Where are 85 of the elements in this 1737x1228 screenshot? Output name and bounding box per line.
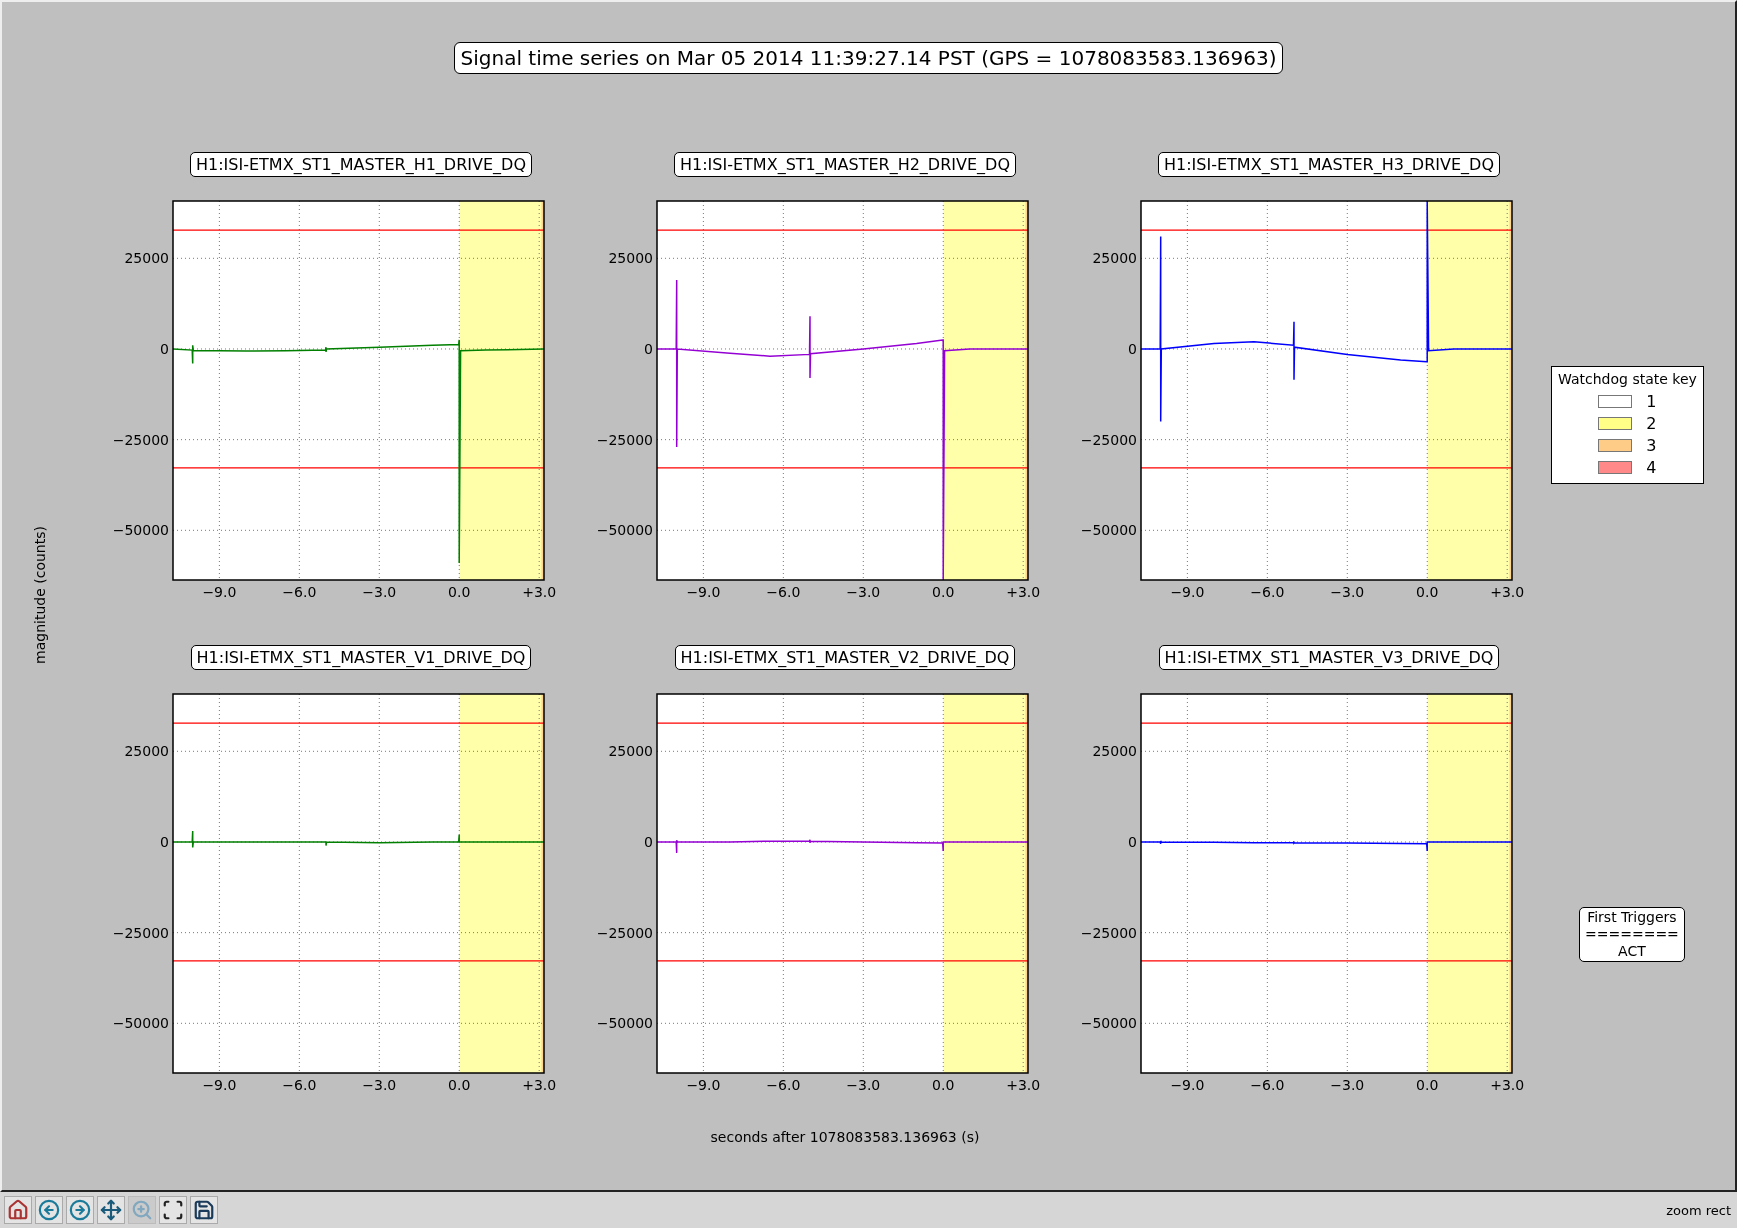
tick-label: −3.0 xyxy=(1330,1077,1365,1093)
x-axis-label: seconds after 1078083583.136963 (s) xyxy=(710,1129,980,1145)
pan-button[interactable] xyxy=(97,1196,125,1224)
tick-label: 25000 xyxy=(124,250,169,267)
back-icon xyxy=(38,1199,60,1221)
tick-label: 0.0 xyxy=(932,584,955,600)
subplot-title: H1:ISI-ETMX_ST1_MASTER_H2_DRIVE_DQ xyxy=(674,152,1016,177)
tick-label: 0 xyxy=(644,833,653,850)
tick-label: 25000 xyxy=(608,250,653,267)
pan-icon xyxy=(100,1199,122,1221)
legend-title: Watchdog state key xyxy=(1558,371,1697,387)
tick-label: −50000 xyxy=(596,1015,653,1032)
save-button[interactable] xyxy=(190,1196,218,1224)
tick-label: 0.0 xyxy=(448,1077,471,1093)
tick-label: −25000 xyxy=(112,924,169,941)
tick-label: −9.0 xyxy=(686,1077,721,1093)
tick-label: 0 xyxy=(1128,340,1137,357)
tick-label: 0 xyxy=(160,340,169,357)
subplot-title: H1:ISI-ETMX_ST1_MASTER_V1_DRIVE_DQ xyxy=(190,645,532,670)
tick-label: −50000 xyxy=(596,522,653,539)
tick-label: −9.0 xyxy=(202,584,237,600)
tick-label: −25000 xyxy=(1080,924,1137,941)
tick-label: −3.0 xyxy=(362,584,397,600)
tick-label: −6.0 xyxy=(1250,1077,1285,1093)
tick-label: +3.0 xyxy=(1006,1077,1041,1093)
figure-title: Signal time series on Mar 05 2014 11:39:27.14 PST (GPS = 1078083583.136963) xyxy=(453,42,1284,74)
legend-label: 1 xyxy=(1646,392,1657,411)
tick-label: +3.0 xyxy=(1490,1077,1525,1093)
tick-label: 0 xyxy=(1128,833,1137,850)
tick-label: +3.0 xyxy=(522,1077,557,1093)
forward-button[interactable] xyxy=(66,1196,94,1224)
back-button[interactable] xyxy=(35,1196,63,1224)
tick-label: −50000 xyxy=(1080,1015,1137,1032)
legend-label: 3 xyxy=(1646,436,1657,455)
tick-label: −3.0 xyxy=(846,1077,881,1093)
tick-label: 25000 xyxy=(1092,250,1137,267)
tick-label: −50000 xyxy=(1080,522,1137,539)
triggers-separator: ======== xyxy=(1585,926,1679,943)
forward-icon xyxy=(69,1199,91,1221)
tick-label: −50000 xyxy=(112,522,169,539)
tick-label: 0.0 xyxy=(932,1077,955,1093)
home-button[interactable] xyxy=(4,1196,32,1224)
zoom-icon xyxy=(131,1199,153,1221)
tick-label: −6.0 xyxy=(282,584,317,600)
tick-label: −25000 xyxy=(596,924,653,941)
tick-label: −25000 xyxy=(596,431,653,448)
y-axis-label: magnitude (counts) xyxy=(32,525,48,664)
tick-label: −9.0 xyxy=(1170,584,1205,600)
tick-label: −6.0 xyxy=(766,1077,801,1093)
subplot-title: H1:ISI-ETMX_ST1_MASTER_H3_DRIVE_DQ xyxy=(1158,152,1500,177)
tick-label: −50000 xyxy=(112,1015,169,1032)
trigger-item: ACT xyxy=(1618,943,1646,960)
tick-label: −3.0 xyxy=(846,584,881,600)
tick-label: 0.0 xyxy=(448,584,471,600)
tick-label: −6.0 xyxy=(282,1077,317,1093)
tick-label: −9.0 xyxy=(1170,1077,1205,1093)
tick-label: −25000 xyxy=(112,431,169,448)
tick-label: 25000 xyxy=(124,743,169,760)
tick-label: −9.0 xyxy=(686,584,721,600)
triggers-title: First Triggers xyxy=(1587,909,1677,926)
tick-label: −25000 xyxy=(1080,431,1137,448)
tick-label: +3.0 xyxy=(522,584,557,600)
tick-label: −6.0 xyxy=(766,584,801,600)
tick-label: −6.0 xyxy=(1250,584,1285,600)
save-icon xyxy=(193,1199,215,1221)
tick-label: 0 xyxy=(160,833,169,850)
subplots-button[interactable] xyxy=(159,1196,187,1224)
subplots-icon xyxy=(162,1199,184,1221)
tick-label: −9.0 xyxy=(202,1077,237,1093)
subplot-title: H1:ISI-ETMX_ST1_MASTER_H1_DRIVE_DQ xyxy=(190,152,532,177)
subplot-title: H1:ISI-ETMX_ST1_MASTER_V2_DRIVE_DQ xyxy=(674,645,1016,670)
tick-label: +3.0 xyxy=(1490,584,1525,600)
tick-label: −3.0 xyxy=(362,1077,397,1093)
subplot-title: H1:ISI-ETMX_ST1_MASTER_V3_DRIVE_DQ xyxy=(1158,645,1500,670)
tick-label: +3.0 xyxy=(1006,584,1041,600)
tick-label: 25000 xyxy=(1092,743,1137,760)
status-text: zoom rect xyxy=(1666,1202,1732,1218)
tick-label: 0.0 xyxy=(1416,1077,1439,1093)
home-icon xyxy=(7,1199,29,1221)
tick-label: 25000 xyxy=(608,743,653,760)
legend-label: 2 xyxy=(1646,414,1657,433)
tick-label: −3.0 xyxy=(1330,584,1365,600)
tick-label: 0 xyxy=(644,340,653,357)
tick-label: 0.0 xyxy=(1416,584,1439,600)
legend-label: 4 xyxy=(1646,458,1657,477)
